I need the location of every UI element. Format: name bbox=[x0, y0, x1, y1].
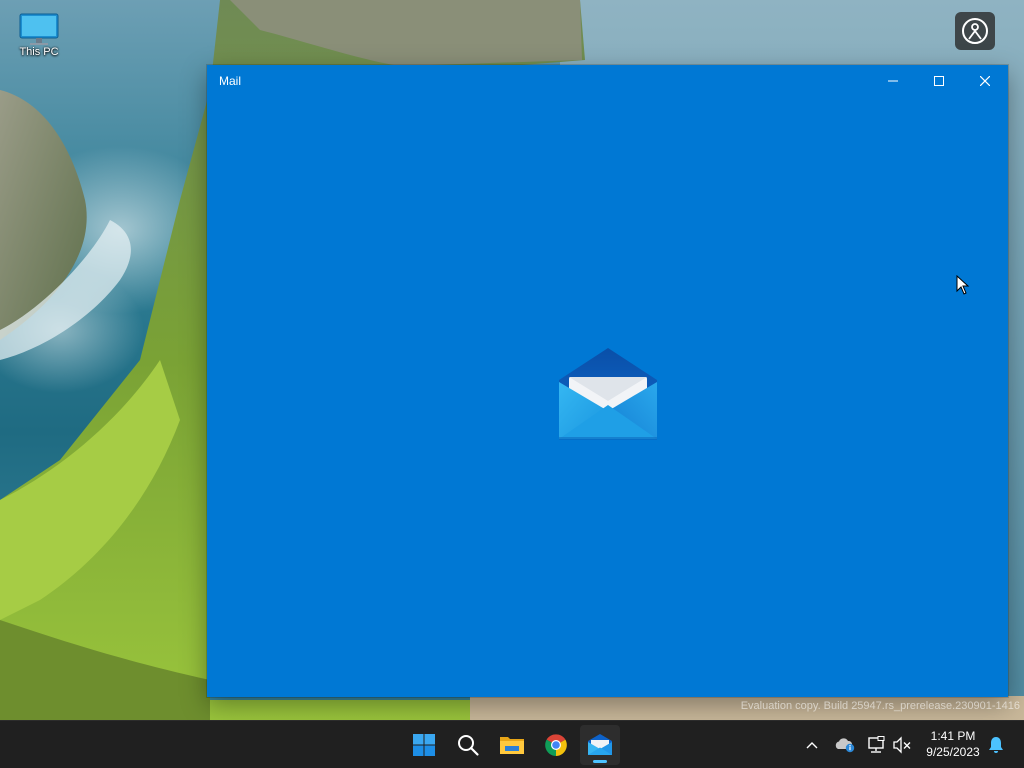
chevron-up-icon bbox=[806, 742, 818, 749]
window-title: Mail bbox=[219, 74, 242, 88]
start-button[interactable] bbox=[404, 725, 444, 765]
maximize-button[interactable] bbox=[916, 65, 962, 97]
close-icon bbox=[980, 76, 990, 86]
folder-icon bbox=[500, 737, 524, 754]
mail-envelope-icon bbox=[557, 345, 659, 445]
mail-window[interactable]: Mail bbox=[207, 65, 1008, 697]
mouse-cursor-icon bbox=[956, 274, 970, 300]
network-tray-button[interactable] bbox=[864, 733, 888, 757]
chrome-button[interactable] bbox=[536, 725, 576, 765]
windows-start-icon bbox=[413, 734, 435, 756]
minimize-icon bbox=[888, 80, 898, 82]
active-app-indicator bbox=[593, 760, 607, 763]
mail-icon bbox=[588, 734, 612, 755]
mail-taskbar-button[interactable] bbox=[580, 725, 620, 765]
search-button[interactable] bbox=[448, 725, 488, 765]
file-explorer-button[interactable] bbox=[492, 725, 532, 765]
system-clock[interactable]: 1:41 PM 9/25/2023 bbox=[918, 728, 988, 760]
monitor-icon bbox=[18, 12, 60, 45]
show-hidden-icons-button[interactable] bbox=[800, 733, 824, 757]
desktop-icon-this-pc[interactable]: This PC bbox=[12, 10, 66, 58]
volume-muted-icon bbox=[893, 736, 911, 754]
clock-time: 1:41 PM bbox=[930, 729, 976, 743]
bell-icon bbox=[989, 737, 1003, 753]
notifications-button[interactable] bbox=[984, 733, 1008, 757]
search-icon bbox=[458, 735, 479, 756]
taskbar: 1:41 PM 9/25/2023 bbox=[0, 720, 1024, 768]
maximize-icon bbox=[934, 76, 944, 86]
person-circle-icon bbox=[962, 18, 988, 44]
title-bar[interactable]: Mail bbox=[207, 65, 1008, 97]
onedrive-tray-button[interactable] bbox=[833, 733, 857, 757]
clock-date: 9/25/2023 bbox=[926, 745, 980, 759]
minimize-button[interactable] bbox=[870, 65, 916, 97]
close-button[interactable] bbox=[962, 65, 1008, 97]
volume-tray-button[interactable] bbox=[890, 733, 914, 757]
build-watermark: Evaluation copy. Build 25947.rs_prerelea… bbox=[740, 700, 1020, 712]
accessibility-badge[interactable] bbox=[955, 12, 995, 50]
chrome-icon bbox=[545, 734, 567, 756]
onedrive-icon bbox=[835, 738, 855, 753]
network-icon bbox=[868, 736, 885, 753]
